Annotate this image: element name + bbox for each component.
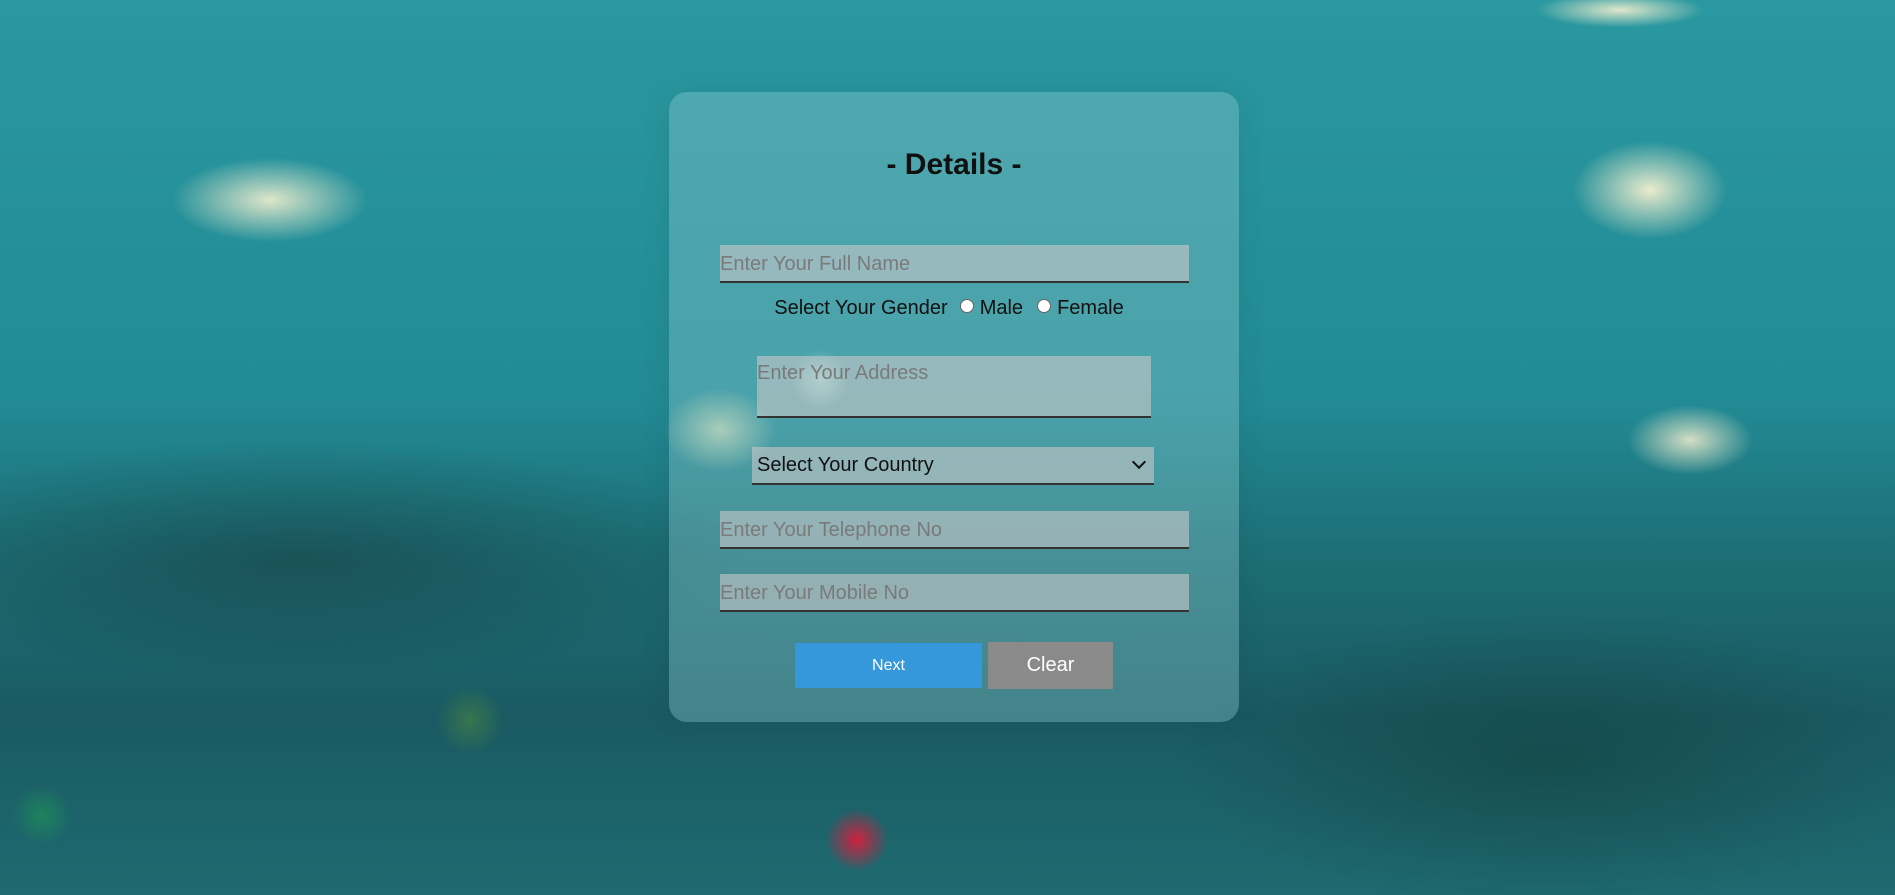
gender-male-radio[interactable] [959,298,974,313]
chevron-down-icon [1131,454,1147,470]
gender-male-label[interactable]: Male [980,297,1023,320]
next-button[interactable]: Next [795,643,982,688]
gender-female-radio[interactable] [1037,298,1052,313]
details-form: - Details - Select Your Gender Male Fema… [669,92,1239,722]
country-select[interactable]: Select Your Country [752,447,1154,485]
address-textarea[interactable] [757,356,1151,418]
country-select-value: Select Your Country [757,453,934,476]
form-title: - Details - [886,148,1022,181]
telephone-input[interactable] [720,511,1189,549]
full-name-input[interactable] [720,245,1189,283]
mobile-input[interactable] [720,574,1189,612]
gender-label: Select Your Gender [774,297,948,319]
gender-female-label[interactable]: Female [1057,297,1124,320]
clear-button[interactable]: Clear [988,642,1113,689]
gender-selector: Select Your Gender Male Female [669,297,1239,320]
